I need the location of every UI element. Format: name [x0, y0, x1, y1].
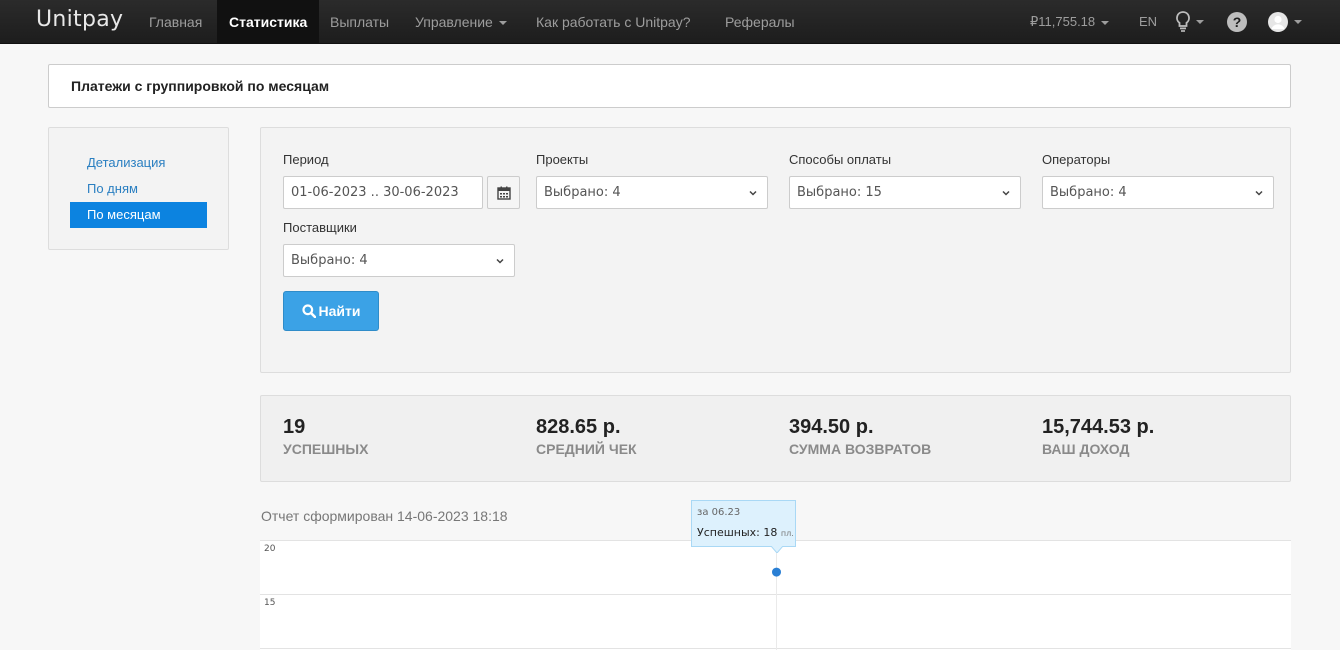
suppliers-label: Поставщики — [283, 220, 357, 235]
chevron-down-icon — [1002, 190, 1010, 196]
stat-value: 19 — [283, 416, 306, 438]
stat-successful: 19 УСПЕШНЫХ — [283, 416, 368, 457]
tooltip-unit: пл. — [780, 529, 794, 538]
calendar-icon — [497, 186, 511, 200]
nav-statistics[interactable]: Статистика — [217, 0, 320, 44]
search-icon — [301, 304, 316, 319]
stat-value: 828.65 р. — [536, 416, 621, 438]
nav-home[interactable]: Главная — [137, 0, 214, 44]
nav-referrals[interactable]: Рефералы — [713, 0, 807, 44]
avatar-icon — [1268, 12, 1288, 32]
nav-payouts[interactable]: Выплаты — [318, 0, 401, 44]
caret-down-icon — [1196, 20, 1204, 24]
operators-value: Выбрано: 4 — [1050, 185, 1127, 200]
operators-select[interactable]: Выбрано: 4 — [1042, 176, 1274, 209]
stat-income: 15,744.53 р. ВАШ ДОХОД — [1042, 416, 1154, 457]
stat-caption: ВАШ ДОХОД — [1042, 441, 1130, 457]
chevron-down-icon — [749, 190, 757, 196]
projects-select[interactable]: Выбрано: 4 — [536, 176, 768, 209]
caret-down-icon — [498, 21, 507, 26]
top-navbar: Unitpay Главная Статистика Выплаты Управ… — [0, 0, 1340, 44]
payment-methods-label: Способы оплаты — [789, 152, 892, 167]
stats-panel: 19 УСПЕШНЫХ 828.65 р. СРЕДНИЙ ЧЕК 394.50… — [260, 395, 1291, 482]
stat-caption: СУММА ВОЗВРАТОВ — [789, 441, 932, 457]
period-input[interactable]: 01-06-2023 .. 30-06-2023 — [283, 176, 483, 209]
language-switch[interactable]: EN — [1139, 0, 1157, 44]
tooltip-value: 18 — [763, 526, 778, 539]
page-header: Платежи с группировкой по месяцам — [48, 64, 1291, 108]
suppliers-select[interactable]: Выбрано: 4 — [283, 244, 515, 277]
sidebar-item-details[interactable]: Детализация — [70, 150, 207, 176]
stat-caption: УСПЕШНЫХ — [283, 441, 369, 457]
period-label: Период — [283, 152, 329, 167]
report-sidebar: Детализация По дням По месяцам — [48, 127, 229, 250]
brand-logo[interactable]: Unitpay — [36, 7, 123, 32]
projects-label: Проекты — [536, 152, 589, 167]
nav-management-label: Управление — [415, 14, 493, 30]
payment-methods-value: Выбрано: 15 — [797, 185, 882, 200]
ideas-dropdown[interactable] — [1175, 0, 1207, 44]
stat-refunds: 394.50 р. СУММА ВОЗВРАТОВ — [789, 416, 931, 457]
sidebar-item-by-days[interactable]: По дням — [70, 176, 207, 202]
filter-panel: Период 01-06-2023 .. 30-06-2023 Проекты … — [260, 127, 1291, 373]
balance-value: ₽11,755.18 — [1030, 14, 1096, 29]
stat-value: 15,744.53 р. — [1042, 416, 1155, 438]
operators-label: Операторы — [1042, 152, 1111, 167]
chevron-down-icon — [496, 258, 504, 264]
nav-management[interactable]: Управление — [403, 0, 519, 44]
page-title: Платежи с группировкой по месяцам — [71, 78, 330, 94]
stat-value: 394.50 р. — [789, 416, 874, 438]
user-menu[interactable] — [1267, 0, 1303, 44]
tooltip-title: за 06.23 — [697, 507, 741, 518]
chart-tooltip: за 06.23 Успешных: 18 пл. — [691, 500, 796, 553]
sidebar-item-by-months[interactable]: По месяцам — [70, 202, 207, 228]
payment-methods-select[interactable]: Выбрано: 15 — [789, 176, 1021, 209]
tooltip-body: Успешных: 18 пл. — [697, 526, 794, 539]
y-tick-label: 20 — [264, 544, 276, 554]
tooltip-label: Успешных: — [697, 526, 760, 539]
projects-value: Выбрано: 4 — [544, 185, 621, 200]
find-button-label: Найти — [318, 303, 361, 319]
find-button[interactable]: Найти — [283, 291, 379, 331]
stat-caption: СРЕДНИЙ ЧЕК — [536, 441, 637, 457]
lightbulb-icon — [1176, 11, 1190, 32]
tooltip-pointer — [771, 546, 783, 553]
suppliers-value: Выбрано: 4 — [291, 253, 368, 268]
calendar-button[interactable] — [487, 176, 520, 209]
balance-dropdown[interactable]: ₽11,755.18 — [1030, 0, 1110, 44]
stat-average-check: 828.65 р. СРЕДНИЙ ЧЕК — [536, 416, 637, 457]
caret-down-icon — [1294, 20, 1302, 24]
report-generated-time: Отчет сформирован 14-06-2023 18:18 — [261, 508, 508, 524]
chevron-down-icon — [1255, 190, 1263, 196]
help-icon[interactable]: ? — [1227, 12, 1247, 32]
nav-how-to[interactable]: Как работать с Unitpay? — [524, 0, 703, 44]
caret-down-icon — [1101, 20, 1110, 25]
data-point[interactable] — [772, 567, 781, 577]
y-tick-label: 15 — [264, 598, 275, 608]
monthly-chart: 20 15 — [260, 540, 1291, 650]
